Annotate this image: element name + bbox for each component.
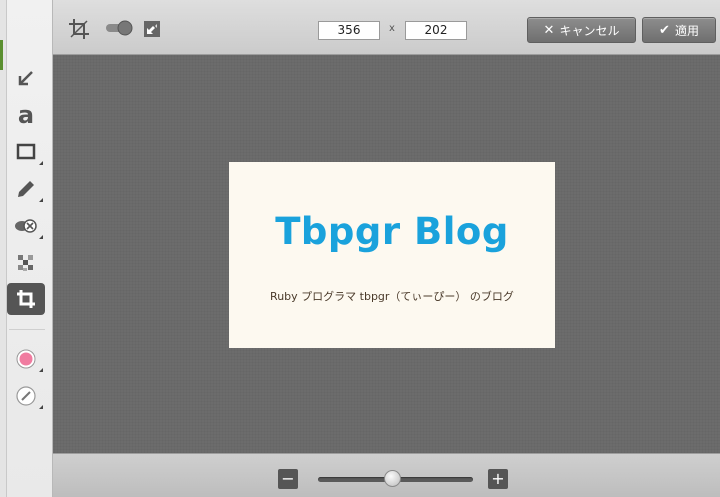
times-label: x xyxy=(389,23,395,34)
blog-subtitle: Ruby プログラマ tbpgr（てぃーぴー） のブログ xyxy=(270,290,514,303)
rectangle-tool[interactable] xyxy=(7,136,45,168)
mosaic-tool[interactable] xyxy=(7,247,45,279)
crop-mode-button[interactable] xyxy=(68,18,90,40)
toggle-icon xyxy=(106,20,133,36)
check-icon: ✔ xyxy=(659,22,670,38)
tool-panel: a xyxy=(7,0,53,497)
submenu-indicator xyxy=(39,198,43,202)
zoom-bar: − + xyxy=(53,453,720,497)
arrow-tool[interactable] xyxy=(7,62,45,94)
zoom-out-button[interactable]: − xyxy=(278,469,298,489)
blur-icon xyxy=(15,219,37,233)
text-a-icon: a xyxy=(17,101,35,129)
zoom-slider-knob[interactable] xyxy=(383,470,401,487)
plus-icon: + xyxy=(491,469,505,488)
line-width-tool[interactable] xyxy=(7,380,45,412)
apply-label: 適用 xyxy=(674,23,699,38)
crop-icon xyxy=(17,290,35,308)
crop-icon xyxy=(69,19,89,39)
cancel-label: キャンセル xyxy=(559,23,620,38)
apply-button[interactable]: ✔ 適用 xyxy=(642,17,716,43)
submenu-indicator xyxy=(39,405,43,409)
color-swatch-icon xyxy=(16,349,36,369)
color-tool[interactable] xyxy=(7,343,45,375)
top-toolbar: 356 x 202 ✕ キャンセル ✔ 適用 xyxy=(53,0,720,55)
image-preview[interactable]: Tbpgr Blog Ruby プログラマ tbpgr（てぃーぴー） のブログ xyxy=(229,162,555,348)
canvas-area[interactable]: Tbpgr Blog Ruby プログラマ tbpgr（てぃーぴー） のブログ xyxy=(53,55,720,453)
close-icon: ✕ xyxy=(543,22,555,38)
resize-icon xyxy=(144,21,160,37)
submenu-indicator xyxy=(39,235,43,239)
blur-tool[interactable] xyxy=(7,210,45,242)
height-field[interactable]: 202 xyxy=(405,21,467,40)
text-tool[interactable]: a xyxy=(7,99,45,131)
submenu-indicator xyxy=(39,368,43,372)
rectangle-icon xyxy=(16,143,36,160)
crop-tool[interactable] xyxy=(7,283,45,315)
window-edge xyxy=(0,0,7,497)
mosaic-icon xyxy=(18,255,33,271)
pen-tool[interactable] xyxy=(7,173,45,205)
arrow-icon xyxy=(18,71,33,86)
slash-circle-icon xyxy=(16,386,36,406)
pencil-icon xyxy=(18,181,34,197)
width-field[interactable]: 356 xyxy=(318,21,380,40)
tool-divider xyxy=(9,329,45,330)
blog-title: Tbpgr Blog xyxy=(275,210,509,253)
edge-marker xyxy=(0,40,3,70)
resize-button[interactable] xyxy=(143,20,161,38)
minus-icon: − xyxy=(281,469,295,488)
submenu-indicator xyxy=(39,161,43,165)
cancel-button[interactable]: ✕ キャンセル xyxy=(527,17,636,43)
aspect-lock-toggle[interactable] xyxy=(105,19,135,37)
zoom-in-button[interactable]: + xyxy=(488,469,508,489)
